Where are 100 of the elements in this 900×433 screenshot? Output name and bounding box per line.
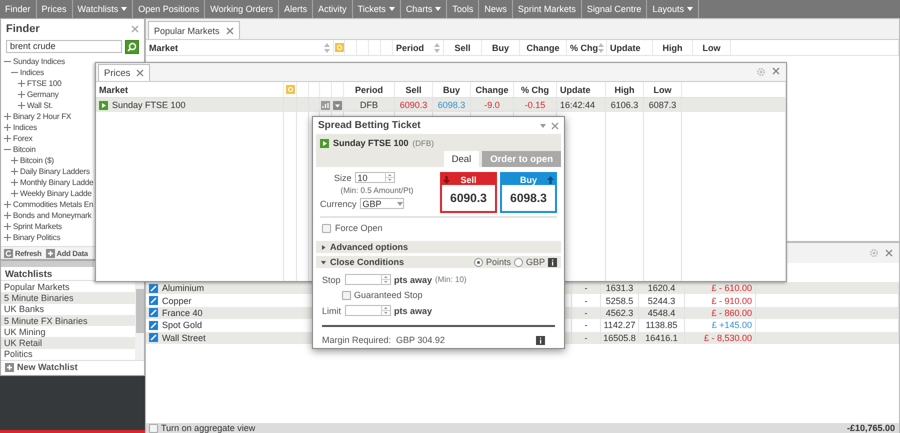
expand-icon[interactable]: [11, 157, 18, 164]
table-cell: 1620.4: [648, 283, 676, 294]
spinner-icon[interactable]: [384, 172, 394, 183]
expand-icon[interactable]: [18, 91, 25, 98]
collapse-icon[interactable]: [4, 146, 11, 153]
period-label: (DFB): [412, 138, 434, 148]
tree-item[interactable]: Indices: [20, 68, 44, 77]
tree-item[interactable]: Germany: [27, 90, 58, 99]
prices-tab[interactable]: Prices: [98, 64, 150, 81]
info-icon[interactable]: [536, 336, 545, 344]
buy-button[interactable]: Buy 6098.3: [500, 172, 557, 213]
checkbox[interactable]: [322, 224, 331, 232]
edit-icon[interactable]: [149, 284, 158, 293]
expand-icon[interactable]: [4, 223, 11, 230]
expand-icon[interactable]: [11, 179, 18, 186]
section-header[interactable]: Close Conditions: [330, 257, 404, 267]
close-icon[interactable]: [885, 249, 893, 257]
splitter-handle[interactable]: [1, 261, 94, 267]
tree-item[interactable]: Bitcoin: [13, 145, 36, 154]
collapse-arrow-icon[interactable]: [320, 258, 327, 266]
scrollbar[interactable]: [135, 281, 144, 360]
info-icon[interactable]: [548, 258, 557, 266]
dropdown-icon[interactable]: [333, 100, 342, 110]
tree-item[interactable]: FTSE 100: [27, 79, 62, 88]
market-name: Spot Gold: [162, 320, 202, 330]
edit-icon[interactable]: [149, 333, 158, 342]
sell-button[interactable]: Sell 6090.3: [440, 172, 497, 213]
expand-icon[interactable]: [4, 212, 11, 219]
expand-arrow-icon[interactable]: [320, 244, 327, 250]
market-name: Wall Street: [162, 332, 206, 343]
column-header: High: [662, 42, 682, 52]
chart-icon[interactable]: [321, 100, 330, 110]
table-cell: -: [584, 296, 588, 306]
spinner-icon[interactable]: [381, 305, 390, 316]
tree-item[interactable]: Bitcoin ($): [20, 156, 54, 165]
new-watchlist-button[interactable]: New Watchlist: [1, 360, 144, 373]
close-icon[interactable]: [131, 25, 139, 33]
tree-item[interactable]: Monthly Binary Ladde: [20, 178, 94, 187]
expand-icon[interactable]: [4, 234, 11, 241]
tree-item[interactable]: Sunday Indices: [13, 57, 65, 66]
expand-icon[interactable]: [4, 135, 11, 142]
watchlist-item[interactable]: UK Retail: [1, 337, 135, 349]
expand-icon[interactable]: [18, 102, 25, 109]
spinner-icon[interactable]: [381, 274, 390, 285]
down-arrow-icon: [443, 176, 450, 184]
collapse-icon[interactable]: [4, 58, 11, 65]
edit-icon[interactable]: [149, 320, 158, 330]
tree-item[interactable]: Sprint Markets: [13, 222, 62, 231]
table-cell: 5244.3: [648, 296, 676, 306]
tree-item[interactable]: Forex: [13, 134, 32, 143]
expand-icon[interactable]: [4, 113, 11, 120]
tree-item[interactable]: Binary 2 Hour FX: [13, 112, 72, 121]
close-icon[interactable]: [136, 69, 144, 77]
collapse-icon[interactable]: [11, 69, 18, 76]
expand-icon[interactable]: [4, 124, 11, 131]
play-icon[interactable]: [320, 138, 329, 148]
watchlist-item[interactable]: Politics: [1, 348, 135, 360]
table-cell: £ - 610.00: [711, 283, 752, 294]
tree-item[interactable]: Binary Politics: [13, 233, 60, 242]
up-arrow-icon: [547, 176, 554, 184]
close-icon[interactable]: [226, 26, 234, 34]
column-header: High: [614, 84, 634, 94]
expand-icon[interactable]: [4, 201, 11, 208]
currency-select[interactable]: GBP: [360, 198, 404, 209]
radio-label: GBP: [526, 257, 545, 267]
watchlist-item[interactable]: UK Banks: [1, 304, 135, 315]
popular-markets-tab[interactable]: Popular Markets: [148, 21, 240, 39]
table-cell: 1142.27: [604, 320, 636, 330]
checkbox[interactable]: [342, 290, 351, 300]
watchlist-item[interactable]: Popular Markets: [1, 281, 135, 292]
table-cell: £ +145.00: [712, 320, 752, 330]
close-icon[interactable]: [551, 122, 559, 130]
radio-button[interactable]: [474, 258, 483, 266]
play-icon[interactable]: [99, 100, 108, 110]
tree-item[interactable]: Indices: [13, 123, 37, 132]
tree-item[interactable]: Bonds and Moneymark: [13, 211, 92, 220]
watchlist-item[interactable]: UK Mining: [1, 326, 135, 338]
column-header: Buy: [492, 42, 509, 52]
tree-item[interactable]: Weekly Binary Ladde: [20, 189, 92, 198]
checkbox-label: Turn on aggregate view: [161, 423, 256, 433]
limit-field[interactable]: [345, 305, 391, 316]
expand-icon[interactable]: [11, 168, 18, 175]
tree-item[interactable]: Commodities Metals En: [13, 200, 94, 209]
edit-icon[interactable]: [149, 296, 158, 306]
checkbox[interactable]: [149, 424, 158, 432]
tab[interactable]: Deal: [444, 151, 480, 167]
size-field[interactable]: 10: [354, 172, 395, 183]
expand-icon[interactable]: [18, 80, 25, 87]
close-icon[interactable]: [772, 67, 780, 75]
watchlist-item[interactable]: 5 Minute FX Binaries: [1, 314, 135, 326]
watchlist-item[interactable]: 5 Minute Binaries: [1, 292, 135, 304]
radio-button[interactable]: [514, 258, 523, 266]
tree-item[interactable]: Daily Binary Ladders: [20, 167, 90, 176]
expand-icon[interactable]: [11, 190, 18, 197]
tree-item[interactable]: Wall St.: [27, 101, 53, 110]
stop-field[interactable]: [345, 274, 391, 285]
search-button[interactable]: [125, 40, 139, 54]
hint-text: (Min: 0.5 Amount/Pt): [340, 186, 414, 195]
edit-icon[interactable]: [149, 308, 158, 318]
search-field[interactable]: brent crude: [6, 40, 122, 53]
